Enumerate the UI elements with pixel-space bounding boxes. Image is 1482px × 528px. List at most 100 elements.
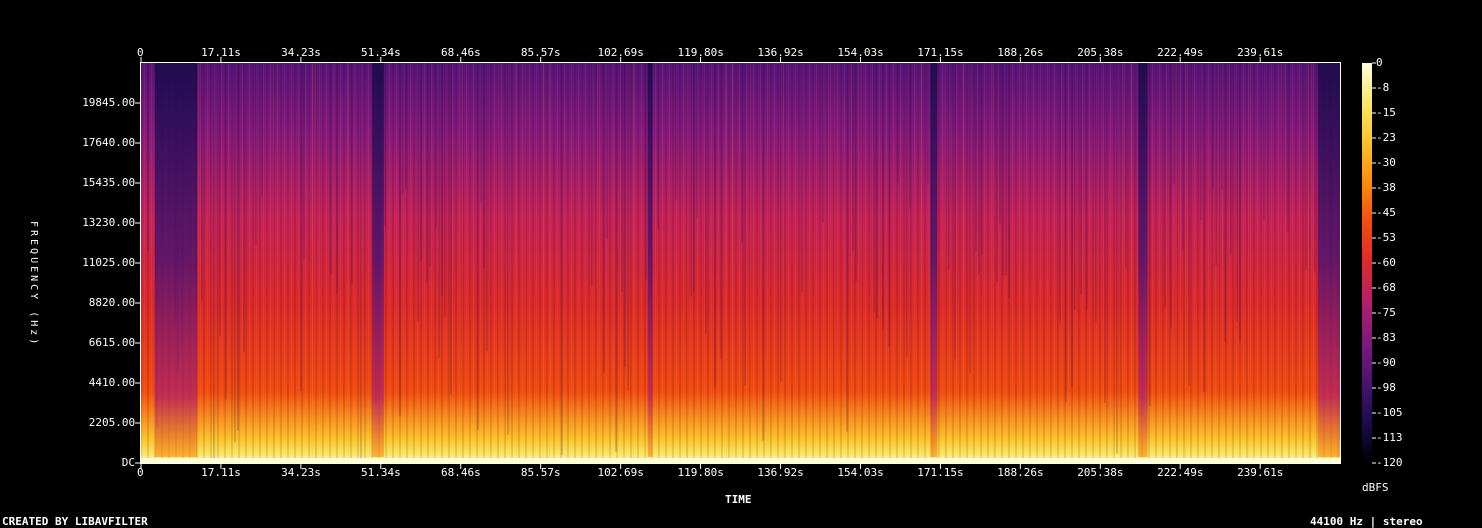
spectrogram-strip xyxy=(384,63,386,227)
x-tick-label: 85.57s xyxy=(520,466,561,479)
colorbar-tick-label: -53 xyxy=(1376,231,1396,244)
spectrogram-strip xyxy=(261,63,263,197)
spectrogram-texture xyxy=(141,63,1340,463)
spectrogram-strip xyxy=(1071,63,1073,387)
quiet-segment xyxy=(1138,63,1148,457)
spectrogram-strip xyxy=(921,63,922,463)
spectrogram-strip xyxy=(1074,63,1076,310)
spectrogram-strip xyxy=(888,63,890,348)
x-tick-label: 239.61s xyxy=(1237,46,1284,59)
x-tick-label: 17.11s xyxy=(201,466,241,479)
dc-band xyxy=(141,458,1340,463)
spectrogram-strip xyxy=(1095,63,1097,323)
spectrogram-strip xyxy=(828,63,829,463)
x-tick-label: 51.34s xyxy=(361,46,401,59)
spectrogram-strip xyxy=(360,63,362,461)
spectrogram-strip xyxy=(444,63,446,317)
spectrogram-strip xyxy=(243,63,245,352)
spectrogram-strip xyxy=(516,63,517,463)
x-tick-label: 171.15s xyxy=(917,466,964,479)
spectrogram-strip xyxy=(336,63,338,294)
spectrogram-strip xyxy=(963,63,964,463)
x-tick-label: 205.38s xyxy=(1077,46,1124,59)
x-tick-label: 188.26s xyxy=(997,466,1044,479)
spectrogram-strip xyxy=(1248,63,1249,463)
spectrogram-strip xyxy=(882,63,884,330)
x-tick-label: 0 xyxy=(137,46,144,59)
spectrogram-strip xyxy=(429,63,431,266)
x-tick-label: 205.38s xyxy=(1077,466,1124,479)
spectrogram-strip xyxy=(219,63,221,337)
x-axis-label: TIME xyxy=(725,493,752,506)
spectrogram-strip xyxy=(405,63,407,189)
x-tick-label: 34.23s xyxy=(281,466,321,479)
spectrogram-strip xyxy=(255,63,257,246)
spectrogram-strip xyxy=(1182,63,1184,251)
spectrogram-strip xyxy=(1005,63,1007,275)
spectrogram-strip xyxy=(234,63,236,443)
spectrogram-strip xyxy=(873,63,875,313)
colorbar-tick-label: -30 xyxy=(1376,156,1396,169)
spectrogram-strip xyxy=(1164,63,1166,309)
spectrogram-strip xyxy=(999,63,1001,224)
spectrogram-strip xyxy=(1170,63,1172,329)
spectrogram-strip xyxy=(450,63,452,395)
colorbar-tick-label: -68 xyxy=(1376,281,1396,294)
x-tick-label: 102.69s xyxy=(597,466,644,479)
spectrogram-strip xyxy=(147,63,149,252)
spectrogram-strip xyxy=(1311,63,1312,463)
y-tick-label: 4410.00 xyxy=(88,376,136,389)
spectrogram-strip xyxy=(1188,63,1190,386)
spectrogram-strip xyxy=(351,63,353,284)
spectrogram-strip xyxy=(741,63,743,242)
spectrogram-strip xyxy=(543,63,544,463)
spectrogram-strip xyxy=(1221,63,1223,190)
spectrogram-strip xyxy=(675,63,677,200)
spectrogram-strip xyxy=(1239,63,1241,341)
spectrogram-strip xyxy=(732,63,733,463)
spectrogram-strip xyxy=(645,63,647,280)
y-tick-label: 6615.00 xyxy=(88,336,136,349)
spectrogram-strip xyxy=(435,63,437,230)
spectrogram-strip xyxy=(720,63,722,359)
spectrogram-strip xyxy=(426,63,428,283)
spectrogram-strip xyxy=(237,63,239,431)
colorbar-tick-label: -90 xyxy=(1376,356,1396,369)
colorbar-tick-label: -120 xyxy=(1376,456,1403,469)
spectrogram-strip xyxy=(597,63,598,463)
spectrogram-strip xyxy=(1305,63,1307,271)
spectrogram-strip xyxy=(1281,63,1282,463)
x-tick-label: 68.46s xyxy=(440,46,481,59)
spectrogram-strip xyxy=(1200,63,1202,221)
spectrogram-strip xyxy=(945,63,946,463)
spectrogram-strip xyxy=(906,63,908,357)
x-tick-label: 222.49s xyxy=(1157,466,1204,479)
spectrogram-strip xyxy=(312,63,313,463)
spectrogram-strip xyxy=(993,63,994,463)
spectrogram-strip xyxy=(783,63,784,463)
spectrogram-strip xyxy=(705,63,707,334)
x-tick-label: 154.03s xyxy=(837,46,884,59)
spectrogram-strip xyxy=(621,63,623,292)
spectrogram-strip xyxy=(1116,63,1118,454)
spectrogram-strip xyxy=(627,63,629,391)
y-axis-label: FREQUENCY (Hz) xyxy=(28,221,39,348)
y-tick-label: 13230.00 xyxy=(82,216,136,229)
colorbar-gradient xyxy=(1362,63,1372,463)
spectrogram-strip xyxy=(852,63,854,252)
spectrogram-strip xyxy=(981,63,983,255)
spectrogram-strip xyxy=(696,63,698,219)
x-tick-label: 222.49s xyxy=(1157,46,1204,59)
spectrogram-strip xyxy=(1230,63,1232,254)
spectrogram-strip xyxy=(303,63,305,259)
spectrogram-strip xyxy=(525,63,526,463)
x-tick-label: 171.15s xyxy=(917,46,964,59)
spectrogram-strip xyxy=(1203,63,1205,393)
y-tick-label: DC xyxy=(121,456,136,469)
x-tick-label: 34.23s xyxy=(281,46,321,59)
spectrogram-strip xyxy=(1125,63,1127,268)
spectrogram-strip xyxy=(1314,63,1316,272)
spectrogram-strip xyxy=(855,63,857,282)
colorbar xyxy=(1362,62,1376,464)
spectrogram-strip xyxy=(750,63,751,463)
